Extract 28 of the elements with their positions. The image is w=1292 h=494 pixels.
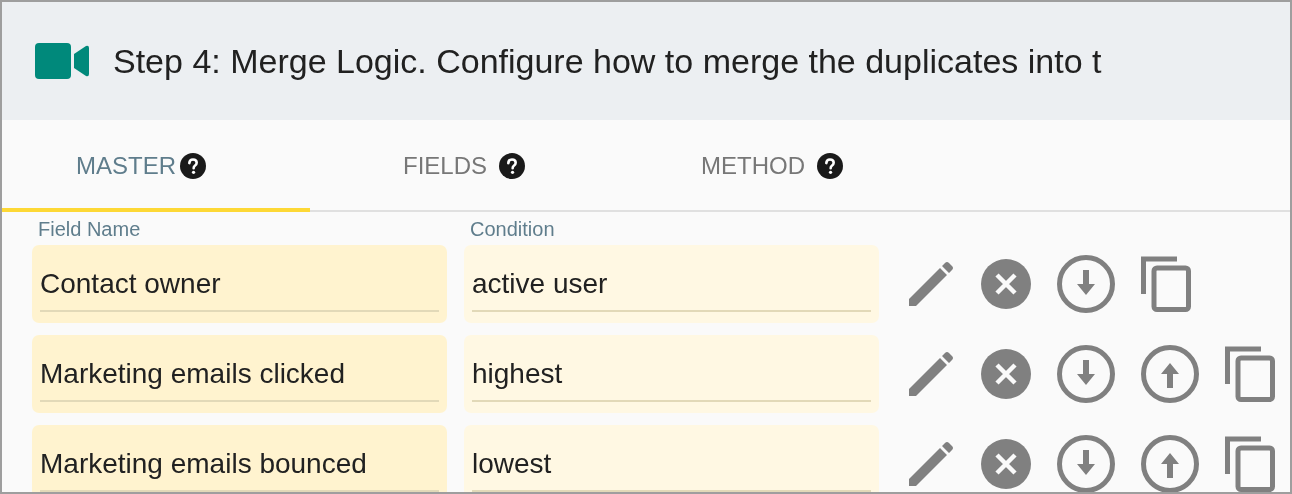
- copy-icon[interactable]: [1225, 346, 1275, 402]
- column-label: Condition: [469, 218, 556, 241]
- arrow-up-circle-icon[interactable]: [1141, 345, 1199, 403]
- close-circle-icon[interactable]: [981, 439, 1031, 489]
- input-field[interactable]: Contact owner: [32, 245, 447, 323]
- input-field[interactable]: lowest: [464, 425, 879, 492]
- column-label: Field Name: [37, 218, 142, 241]
- step-title: Step 4: Merge Logic. Configure how to merge the duplicates into t: [113, 41, 1102, 81]
- help-icon[interactable]: [180, 153, 206, 179]
- copy-icon[interactable]: [1225, 436, 1275, 492]
- copy-icon[interactable]: [1141, 256, 1191, 312]
- help-icon[interactable]: [499, 153, 525, 179]
- input-field[interactable]: Marketing emails clicked: [32, 335, 447, 413]
- tab[interactable]: MASTER: [2, 120, 310, 212]
- help-icon[interactable]: [817, 153, 843, 179]
- pencil-icon[interactable]: [907, 350, 955, 398]
- pencil-icon[interactable]: [907, 440, 955, 488]
- input-field[interactable]: active user: [464, 245, 879, 323]
- arrow-down-circle-icon[interactable]: [1057, 255, 1115, 313]
- close-circle-icon[interactable]: [981, 259, 1031, 309]
- arrow-down-circle-icon[interactable]: [1057, 345, 1115, 403]
- input-field[interactable]: highest: [464, 335, 879, 413]
- video-camera-icon: [35, 43, 89, 79]
- input-field[interactable]: Marketing emails bounced: [32, 425, 447, 492]
- close-circle-icon[interactable]: [981, 349, 1031, 399]
- pencil-icon[interactable]: [907, 260, 955, 308]
- tab[interactable]: FIELDS: [310, 120, 618, 212]
- tab[interactable]: METHOD: [618, 120, 926, 212]
